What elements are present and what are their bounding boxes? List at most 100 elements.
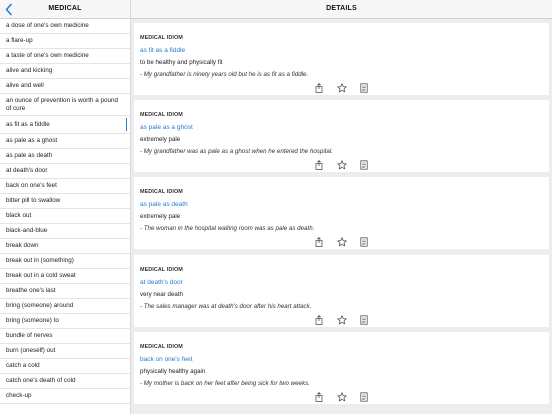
star-icon xyxy=(337,160,347,170)
list-item[interactable]: a dose of one's own medicine xyxy=(0,19,130,34)
notes-button[interactable] xyxy=(359,392,369,402)
list-item-label: an ounce of prevention is worth a pound … xyxy=(6,97,119,112)
card-type-label: MEDICAL IDIOM xyxy=(140,112,183,118)
card-term[interactable]: as pale as death xyxy=(140,201,188,208)
card-actions xyxy=(134,237,549,247)
details-pane: DETAILS MEDICAL IDIOM as fit as a fiddle t… xyxy=(131,0,552,414)
notes-icon xyxy=(360,392,368,402)
list-title: MEDICAL xyxy=(48,5,82,12)
notes-button[interactable] xyxy=(359,315,369,325)
list-item-label: a dose of one's own medicine xyxy=(6,22,89,30)
idiom-list-pane: MEDICAL a dose of one's own medicine a fl… xyxy=(0,0,131,414)
notes-icon xyxy=(360,315,368,325)
card-example: - My grandfather was as pale as a ghost … xyxy=(140,148,333,155)
card-example: - My mother is back on her feet after be… xyxy=(140,380,310,387)
star-icon xyxy=(337,83,347,93)
list-item[interactable]: as pale as death xyxy=(0,149,130,164)
list-item-label: back on one's feet xyxy=(6,182,57,190)
card-term[interactable]: as pale as a ghost xyxy=(140,124,193,131)
favorite-button[interactable] xyxy=(337,315,347,325)
list-item-label: break out in a cold sweat xyxy=(6,272,76,280)
list-item-label: alive and kicking xyxy=(6,67,53,75)
details-title: DETAILS xyxy=(326,5,357,12)
list-item[interactable]: a taste of one's own medicine xyxy=(0,49,130,64)
card-type-label: MEDICAL IDIOM xyxy=(140,344,183,350)
list-item-label: burn (oneself) out xyxy=(6,347,56,355)
card-actions xyxy=(134,392,549,402)
list-item-label: bring (someone) to xyxy=(6,317,59,325)
list-item-label: black out xyxy=(6,212,32,220)
list-item[interactable]: check-up xyxy=(0,389,130,404)
list-item-label: bring (someone) around xyxy=(6,302,74,310)
notes-icon xyxy=(360,160,368,170)
card-example: - The sales manager was at death's door … xyxy=(140,303,312,310)
list-item-label: catch a cold xyxy=(6,362,40,370)
share-button[interactable] xyxy=(314,392,324,402)
favorite-button[interactable] xyxy=(337,237,347,247)
card-type-label: MEDICAL IDIOM xyxy=(140,35,183,41)
list-item[interactable]: burn (oneself) out xyxy=(0,344,130,359)
list-item-label: alive and well xyxy=(6,82,44,90)
card-type-label: MEDICAL IDIOM xyxy=(140,267,183,273)
card-definition: physically healthy again xyxy=(140,368,206,375)
list-item[interactable]: catch a cold xyxy=(0,359,130,374)
list-item[interactable]: at death's door xyxy=(0,164,130,179)
list-item[interactable]: as fit as a fiddle xyxy=(0,116,130,134)
share-button[interactable] xyxy=(314,315,324,325)
list-item[interactable]: catch one's death of cold xyxy=(0,374,130,389)
card-example: - The woman in the hospital waiting room… xyxy=(140,225,315,232)
list-item[interactable]: alive and well xyxy=(0,79,130,94)
list-item[interactable]: alive and kicking xyxy=(0,64,130,79)
list-item[interactable]: bitter pill to swallow xyxy=(0,194,130,209)
app-window: MEDICAL a dose of one's own medicine a fl… xyxy=(0,0,552,414)
list-item-label: as pale as a ghost xyxy=(6,137,58,145)
idiom-card: MEDICAL IDIOM at death's door very near de… xyxy=(134,255,549,327)
list-item-label: bundle of nerves xyxy=(6,332,53,340)
list-item-label: breathe one's last xyxy=(6,287,56,295)
share-button[interactable] xyxy=(314,83,324,93)
card-term[interactable]: back on one's feet xyxy=(140,356,193,363)
star-icon xyxy=(337,315,347,325)
notes-button[interactable] xyxy=(359,83,369,93)
card-type-label: MEDICAL IDIOM xyxy=(140,189,183,195)
list-item[interactable]: as pale as a ghost xyxy=(0,134,130,149)
list-item[interactable]: black out xyxy=(0,209,130,224)
favorite-button[interactable] xyxy=(337,160,347,170)
share-icon xyxy=(315,237,323,247)
idiom-card: MEDICAL IDIOM as pale as a ghost extremely… xyxy=(134,100,549,172)
idiom-list: a dose of one's own medicine a flare-up a … xyxy=(0,19,130,404)
share-button[interactable] xyxy=(314,237,324,247)
star-icon xyxy=(337,392,347,402)
card-term[interactable]: as fit as a fiddle xyxy=(140,47,185,54)
share-icon xyxy=(315,83,323,93)
list-item-label: break out in (something) xyxy=(6,257,74,265)
list-item[interactable]: break down xyxy=(0,239,130,254)
list-item[interactable]: break out in (something) xyxy=(0,254,130,269)
list-item-label: bitter pill to swallow xyxy=(6,197,61,205)
list-item[interactable]: bring (someone) to xyxy=(0,314,130,329)
share-button[interactable] xyxy=(314,160,324,170)
list-item[interactable]: bring (someone) around xyxy=(0,299,130,314)
list-item-label: at death's door xyxy=(6,167,48,175)
list-item[interactable]: back on one's feet xyxy=(0,179,130,194)
list-item[interactable]: black-and-blue xyxy=(0,224,130,239)
card-example: - My grandfather is ninety years old but… xyxy=(140,71,309,78)
card-term[interactable]: at death's door xyxy=(140,279,183,286)
list-item[interactable]: an ounce of prevention is worth a pound … xyxy=(0,94,130,116)
list-item-label: check-up xyxy=(6,392,32,400)
favorite-button[interactable] xyxy=(337,392,347,402)
star-icon xyxy=(337,237,347,247)
notes-button[interactable] xyxy=(359,237,369,247)
favorite-button[interactable] xyxy=(337,83,347,93)
notes-button[interactable] xyxy=(359,160,369,170)
list-item[interactable]: breathe one's last xyxy=(0,284,130,299)
details-header: DETAILS xyxy=(131,0,552,19)
card-actions xyxy=(134,315,549,325)
list-item[interactable]: bundle of nerves xyxy=(0,329,130,344)
list-item[interactable]: break out in a cold sweat xyxy=(0,269,130,284)
share-icon xyxy=(315,160,323,170)
list-item[interactable]: a flare-up xyxy=(0,34,130,49)
idiom-card: MEDICAL IDIOM back on one's feet physicall… xyxy=(134,332,549,404)
share-icon xyxy=(315,392,323,402)
card-definition: very near death xyxy=(140,291,183,298)
